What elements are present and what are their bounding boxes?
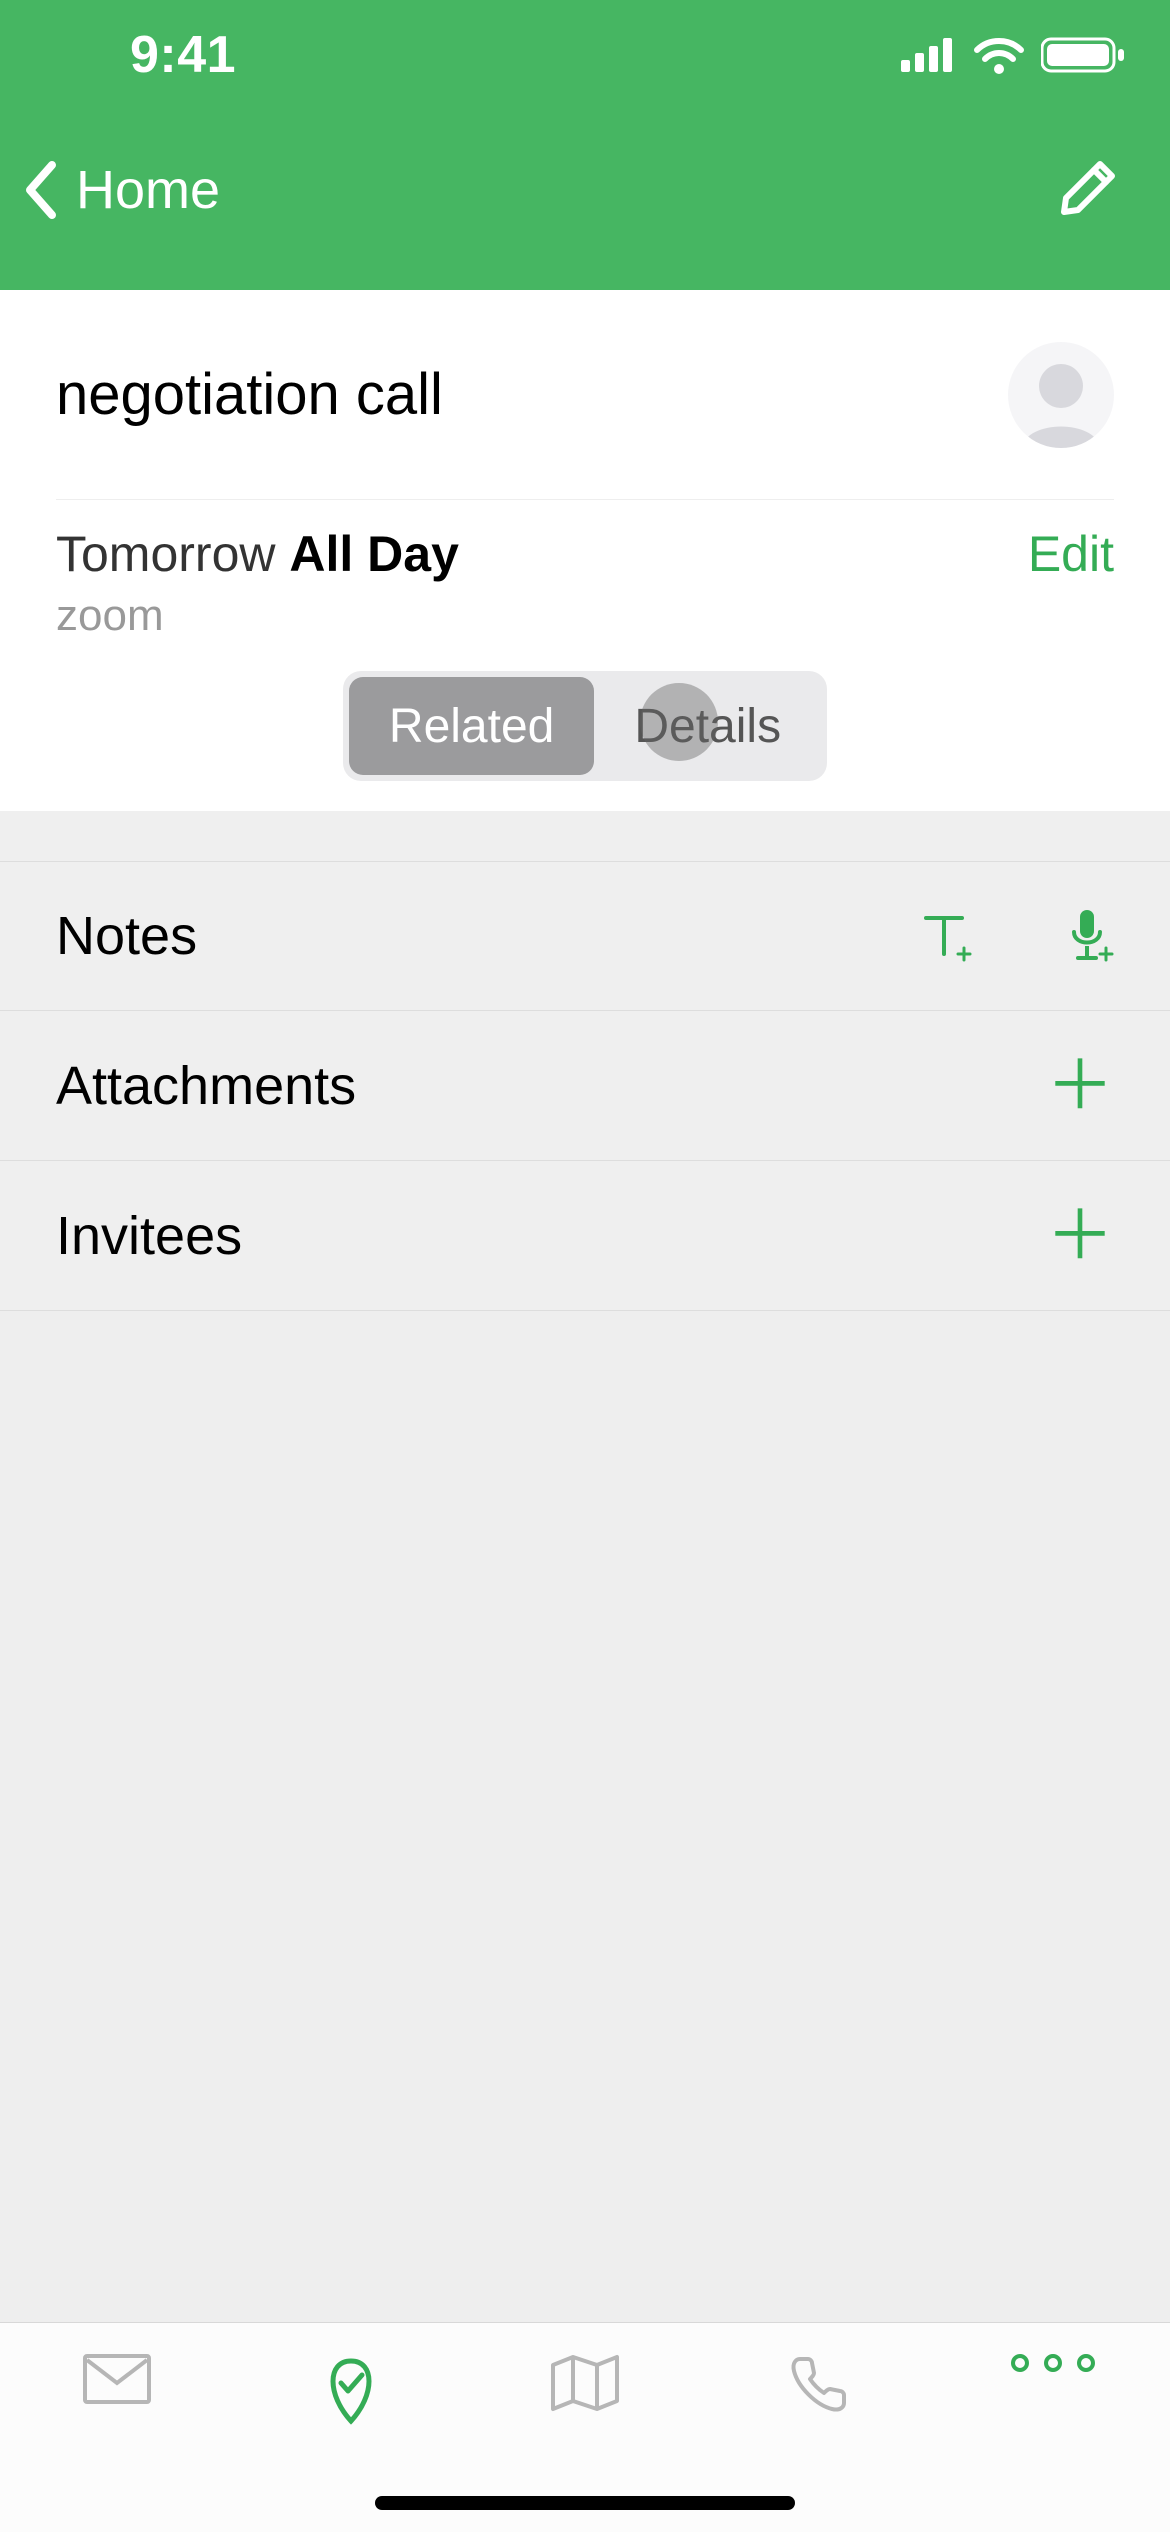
notes-label: Notes <box>56 905 197 967</box>
tab-phone[interactable] <box>702 2353 936 2415</box>
text-plus-icon <box>920 908 976 964</box>
segmented-container: Related Details <box>0 651 1170 811</box>
back-button[interactable]: Home <box>22 159 220 221</box>
related-sections: Notes Attachments ＋ Invitees ＋ <box>0 811 1170 1311</box>
tab-map[interactable] <box>468 2353 702 2413</box>
phone-icon <box>702 2353 936 2415</box>
plus-icon: ＋ <box>1046 1048 1114 1124</box>
tab-checkin[interactable] <box>234 2353 468 2425</box>
invitees-row[interactable]: Invitees ＋ <box>0 1161 1170 1311</box>
add-voice-note-button[interactable] <box>1066 908 1114 964</box>
back-label: Home <box>76 159 220 221</box>
event-date: Tomorrow All Day <box>56 525 459 583</box>
touch-indicator <box>640 683 718 761</box>
edit-button[interactable] <box>1058 158 1118 223</box>
mic-plus-icon <box>1066 908 1114 964</box>
edit-link[interactable]: Edit <box>1028 525 1114 583</box>
wifi-icon <box>973 36 1025 74</box>
event-summary: negotiation call Tomorrow All Day zoom E… <box>0 290 1170 651</box>
event-info: Tomorrow All Day zoom Edit <box>56 500 1114 651</box>
map-icon <box>468 2353 702 2413</box>
tab-mail[interactable] <box>0 2353 234 2405</box>
status-time: 9:41 <box>130 25 236 85</box>
cellular-icon <box>901 38 957 72</box>
add-text-note-button[interactable] <box>920 908 976 964</box>
battery-icon <box>1041 36 1125 74</box>
attachments-row[interactable]: Attachments ＋ <box>0 1011 1170 1161</box>
plus-icon: ＋ <box>1046 1198 1114 1274</box>
event-title: negotiation call <box>56 361 443 428</box>
tab-more[interactable] <box>936 2353 1170 2373</box>
pencil-icon <box>1058 205 1118 222</box>
title-row: negotiation call <box>56 290 1114 500</box>
status-icons <box>901 36 1125 74</box>
home-indicator[interactable] <box>375 2496 795 2510</box>
mail-icon <box>0 2353 234 2405</box>
more-icon <box>936 2353 1170 2373</box>
tab-related[interactable]: Related <box>349 677 594 775</box>
segmented-control: Related Details <box>343 671 827 781</box>
notes-row[interactable]: Notes <box>0 861 1170 1011</box>
app-header: 9:41 Home <box>0 0 1170 290</box>
add-attachment-button[interactable]: ＋ <box>1046 1052 1114 1120</box>
nav-bar: Home <box>0 110 1170 290</box>
invitees-label: Invitees <box>56 1205 242 1267</box>
attachments-label: Attachments <box>56 1055 356 1117</box>
person-icon <box>1013 352 1109 448</box>
status-bar: 9:41 <box>0 0 1170 110</box>
add-invitee-button[interactable]: ＋ <box>1046 1202 1114 1270</box>
location-check-icon <box>234 2353 468 2425</box>
chevron-left-icon <box>22 161 58 219</box>
avatar[interactable] <box>1008 342 1114 448</box>
event-location: zoom <box>56 591 459 641</box>
